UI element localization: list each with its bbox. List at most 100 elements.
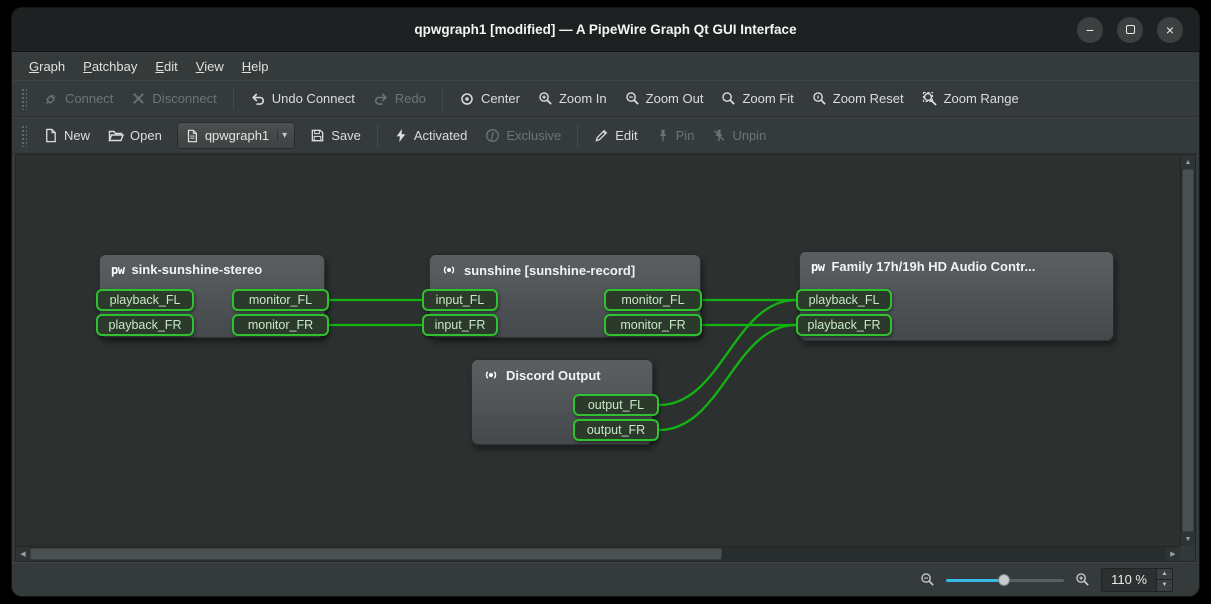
save-button[interactable]: Save [301,121,370,150]
port-playback-fr[interactable]: playback_FR [796,314,892,336]
graph-canvas-frame: pw sink-sunshine-stereo playback_FL play… [15,154,1196,562]
undo-connect-label: Undo Connect [272,91,355,106]
activated-button[interactable]: Activated [385,121,476,150]
zoom-in-button[interactable]: Zoom In [529,84,616,113]
window-title: qpwgraph1 [modified] — A PipeWire Graph … [414,22,796,37]
menu-patchbay[interactable]: Patchbay [74,55,146,78]
port-input-fr[interactable]: input_FR [422,314,498,336]
zoom-out-icon [625,91,640,106]
zoom-range-label: Zoom Range [944,91,1019,106]
open-button[interactable]: Open [99,121,171,150]
edit-button[interactable]: Edit [585,121,646,150]
horizontal-scroll-thumb[interactable] [30,548,722,560]
zoom-slider-handle[interactable] [998,574,1010,586]
zoom-fit-button[interactable]: Zoom Fit [712,84,802,113]
spin-up-button[interactable]: ▲ [1157,569,1172,581]
exclusive-button[interactable]: f Exclusive [476,121,570,150]
spin-down-button[interactable]: ▼ [1157,580,1172,591]
svg-text:f: f [491,131,495,141]
zoom-slider[interactable] [946,572,1064,588]
vertical-scrollbar[interactable]: ▲ ▼ [1180,155,1195,546]
port-monitor-fl[interactable]: monitor_FL [604,289,702,311]
port-playback-fr[interactable]: playback_FR [96,314,194,336]
zoom-range-button[interactable]: Zoom Range [913,84,1028,113]
zoom-in-icon [538,91,553,106]
scroll-up-arrow[interactable]: ▲ [1181,155,1195,169]
zoom-in-icon[interactable] [1075,572,1090,587]
toolbar-graph: Connect Disconnect Undo Connect Redo [12,80,1199,117]
zoom-in-label: Zoom In [559,91,607,106]
unpin-button[interactable]: Unpin [703,121,775,150]
activated-label: Activated [414,128,467,143]
scroll-right-arrow[interactable]: ▶ [1166,547,1180,561]
statusbar: 110 % ▲ ▼ [12,562,1199,596]
lightning-icon [394,128,408,143]
pin-icon [656,128,670,143]
redo-label: Redo [395,91,426,106]
new-file-icon [43,128,58,143]
session-combo[interactable]: qpwgraph1 ▾ [177,122,295,149]
port-playback-fl[interactable]: playback_FL [796,289,892,311]
toolbar-drag-handle[interactable] [21,125,27,147]
menu-graph[interactable]: Graph [20,55,74,78]
pin-button[interactable]: Pin [647,121,704,150]
graph-canvas[interactable]: pw sink-sunshine-stereo playback_FL play… [16,155,1180,546]
node-title: sink-sunshine-stereo [131,262,262,277]
disconnect-button[interactable]: Disconnect [122,84,225,113]
port-monitor-fl[interactable]: monitor_FL [232,289,329,311]
connect-button[interactable]: Connect [34,84,122,113]
exclusive-icon: f [485,128,500,143]
edit-label: Edit [615,128,637,143]
port-output-fr[interactable]: output_FR [573,419,659,441]
titlebar: qpwgraph1 [modified] — A PipeWire Graph … [12,8,1199,52]
save-label: Save [331,128,361,143]
port-playback-fl[interactable]: playback_FL [96,289,194,311]
zoom-spinbox[interactable]: 110 % ▲ ▼ [1101,568,1173,592]
connections-layer [16,155,1180,546]
undo-connect-button[interactable]: Undo Connect [241,84,364,113]
scroll-left-arrow[interactable]: ◀ [16,547,30,561]
node-title: sunshine [sunshine-record] [464,263,635,278]
port-output-fl[interactable]: output_FL [573,394,659,416]
undo-icon [250,91,266,107]
new-label: New [64,128,90,143]
toolbar-separator [442,88,443,110]
toolbar-drag-handle[interactable] [21,88,27,110]
minimize-icon: − [1086,23,1094,37]
toolbar-file: New Open qpwgraph1 ▾ Save Ac [12,117,1199,154]
center-button[interactable]: Center [450,84,529,113]
node-title: Discord Output [506,368,601,383]
toolbar-separator [233,88,234,110]
redo-button[interactable]: Redo [364,84,435,113]
zoom-fit-label: Zoom Fit [742,91,793,106]
menu-edit[interactable]: Edit [146,55,186,78]
disconnect-label: Disconnect [152,91,216,106]
menubar: Graph Patchbay Edit View Help [12,52,1199,80]
zoom-value: 110 % [1102,569,1156,591]
zoom-out-icon[interactable] [920,572,935,587]
zoom-out-button[interactable]: Zoom Out [616,84,713,113]
spin-buttons: ▲ ▼ [1156,569,1172,591]
zoom-reset-icon [812,91,827,106]
minimize-button[interactable]: − [1077,17,1103,43]
app-window: qpwgraph1 [modified] — A PipeWire Graph … [11,7,1200,597]
record-icon [441,262,457,278]
close-button[interactable]: × [1157,17,1183,43]
new-button[interactable]: New [34,121,99,150]
port-monitor-fr[interactable]: monitor_FR [604,314,702,336]
horizontal-scrollbar[interactable]: ◀ ▶ [16,546,1180,561]
port-input-fl[interactable]: input_FL [422,289,498,311]
zoom-reset-label: Zoom Reset [833,91,904,106]
open-label: Open [130,128,162,143]
redo-icon [373,91,389,107]
record-icon [483,367,499,383]
session-combo-value: qpwgraph1 [205,128,269,143]
zoom-reset-button[interactable]: Zoom Reset [803,84,913,113]
chevron-down-icon: ▾ [277,130,287,141]
port-monitor-fr[interactable]: monitor_FR [232,314,329,336]
menu-help[interactable]: Help [233,55,278,78]
maximize-button[interactable] [1117,17,1143,43]
vertical-scroll-thumb[interactable] [1182,169,1194,532]
scroll-down-arrow[interactable]: ▼ [1181,532,1195,546]
menu-view[interactable]: View [187,55,233,78]
